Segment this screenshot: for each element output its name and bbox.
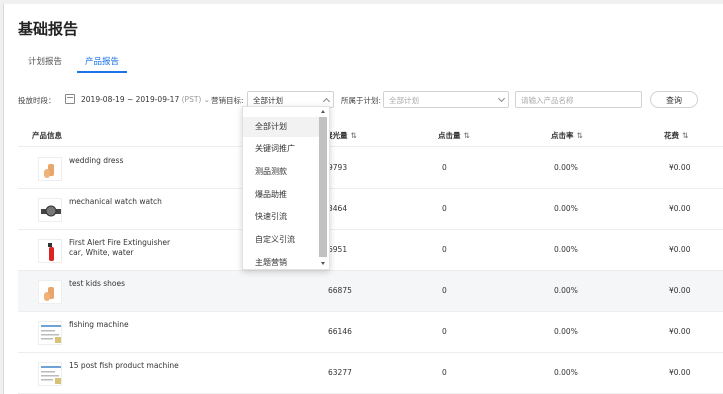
period-label: 投放时段：: [18, 96, 56, 105]
col-ctr[interactable]: 点击率 ⇅: [551, 130, 583, 141]
table-row[interactable]: mechanical watch watch 3464 0 0.00% ¥0.0…: [18, 189, 723, 230]
plan-label: 所属于计划:: [341, 96, 382, 105]
clicks-cell: 0: [442, 245, 447, 254]
impressions-cell: 6951: [328, 245, 348, 254]
cost-cell: ¥0.00: [669, 163, 691, 172]
dropdown-item-fast-traffic[interactable]: 快速引流: [255, 211, 287, 222]
dropdown-item-custom-traffic[interactable]: 自定义引流: [255, 234, 295, 245]
ctr-cell: 0.00%: [554, 368, 578, 377]
clicks-cell: 0: [442, 327, 447, 336]
tab-plan-report[interactable]: 计划报告: [28, 55, 62, 73]
sort-icon[interactable]: ⇅: [464, 131, 470, 140]
product-name: wedding dress: [69, 156, 124, 165]
sort-icon[interactable]: ⇅: [577, 131, 583, 140]
hand-image: [38, 280, 62, 304]
target-select-value: 全部计划: [253, 96, 283, 105]
impressions-cell: 9793: [328, 163, 348, 172]
sort-icon[interactable]: ⇅: [682, 131, 688, 140]
col-ctr-label: 点击率: [551, 131, 574, 140]
col-cost-label: 花费: [664, 131, 679, 140]
table-header: 产品信息 展光量 ⇅ 点击量 ⇅ 点击率 ⇅ 花费 ⇅: [18, 123, 723, 147]
ctr-cell: 0.00%: [554, 204, 578, 213]
table-row[interactable]: test kids shoes 66875 0 0.00% ¥0.00: [18, 271, 723, 312]
col-clicks-label: 点击量: [438, 131, 461, 140]
product-name: test kids shoes: [69, 279, 126, 288]
query-button[interactable]: 查询: [650, 91, 698, 108]
cost-cell: ¥0.00: [669, 368, 691, 377]
chevron-down-icon: ⌄: [203, 95, 211, 104]
scroll-down-icon[interactable]: [321, 262, 325, 265]
clicks-cell: 0: [442, 163, 447, 172]
product-name-input[interactable]: 请输入产品名称: [515, 91, 642, 108]
date-range-picker[interactable]: 2019-08-19 ~ 2019-09-17 (PST) ⌄: [81, 95, 210, 104]
impressions-cell: 66875: [328, 286, 352, 295]
target-dropdown-menu: 全部计划 关键词推广 测品测款 爆品助推 快速引流 自定义引流 主题营销: [242, 106, 330, 270]
calendar-icon[interactable]: [65, 94, 75, 104]
document-image: [38, 321, 62, 345]
date-range-value: 2019-08-19 ~ 2019-09-17: [81, 95, 180, 104]
table-row[interactable]: First Alert Fire Extinguisher car, White…: [18, 230, 723, 271]
table-row[interactable]: fishing machine 66146 0 0.00% ¥0.00: [18, 312, 723, 353]
col-clicks[interactable]: 点击量 ⇅: [438, 130, 470, 141]
col-product-info: 产品信息: [32, 131, 62, 140]
ctr-cell: 0.00%: [554, 245, 578, 254]
plan-select-placeholder: 全部计划: [389, 96, 419, 105]
clicks-cell: 0: [442, 368, 447, 377]
ctr-cell: 0.00%: [554, 286, 578, 295]
plan-select[interactable]: 全部计划: [383, 91, 509, 108]
product-name: fishing machine: [69, 320, 129, 329]
dropdown-item-product-test[interactable]: 测品测款: [255, 166, 287, 177]
impressions-cell: 3464: [328, 204, 348, 213]
dropdown-item-keyword-promotion[interactable]: 关键词推广: [255, 143, 295, 154]
cost-cell: ¥0.00: [669, 204, 691, 213]
dropdown-item-hot-boost[interactable]: 爆品助推: [255, 189, 287, 200]
hand-image: [38, 157, 62, 181]
dropdown-item-theme-marketing[interactable]: 主题营销: [255, 257, 287, 268]
page-title: 基础报告: [18, 20, 79, 38]
clicks-cell: 0: [442, 204, 447, 213]
ctr-cell: 0.00%: [554, 163, 578, 172]
table-row[interactable]: wedding dress 9793 0 0.00% ¥0.00: [18, 148, 723, 189]
dropdown-item-all-plans[interactable]: 全部计划: [255, 121, 287, 132]
chevron-up-icon: [322, 97, 331, 106]
impressions-cell: 63277: [328, 368, 352, 377]
extinguisher-image: [38, 239, 62, 263]
timezone-label: (PST): [181, 95, 202, 104]
report-tabs: 计划报告 产品报告: [18, 55, 718, 77]
col-cost[interactable]: 花费 ⇅: [664, 130, 688, 141]
report-card: 基础报告 计划报告 产品报告 投放时段： 2019-08-19 ~ 2019-0…: [3, 4, 723, 394]
tab-product-report[interactable]: 产品报告: [76, 55, 128, 73]
product-name: mechanical watch watch: [69, 197, 162, 206]
chevron-down-icon: [497, 94, 506, 103]
target-label: 营销目标:: [211, 96, 244, 105]
product-name: 15 post fish product machine: [69, 361, 179, 370]
scroll-up-icon[interactable]: [321, 110, 325, 113]
watch-image: [38, 198, 62, 222]
document-image: [38, 362, 62, 386]
table-row[interactable]: 15 post fish product machine 63277 0 0.0…: [18, 353, 723, 394]
impressions-cell: 66146: [328, 327, 352, 336]
clicks-cell: 0: [442, 286, 447, 295]
filter-bar: 投放时段： 2019-08-19 ~ 2019-09-17 (PST) ⌄ 营销…: [18, 89, 718, 111]
dropdown-scrollbar[interactable]: [319, 117, 327, 257]
cost-cell: ¥0.00: [669, 286, 691, 295]
cost-cell: ¥0.00: [669, 245, 691, 254]
ctr-cell: 0.00%: [554, 327, 578, 336]
product-name: First Alert Fire Extinguisher car, White…: [69, 238, 171, 257]
sort-icon[interactable]: ⇅: [351, 131, 357, 140]
product-name-placeholder: 请输入产品名称: [521, 96, 574, 105]
cost-cell: ¥0.00: [669, 327, 691, 336]
